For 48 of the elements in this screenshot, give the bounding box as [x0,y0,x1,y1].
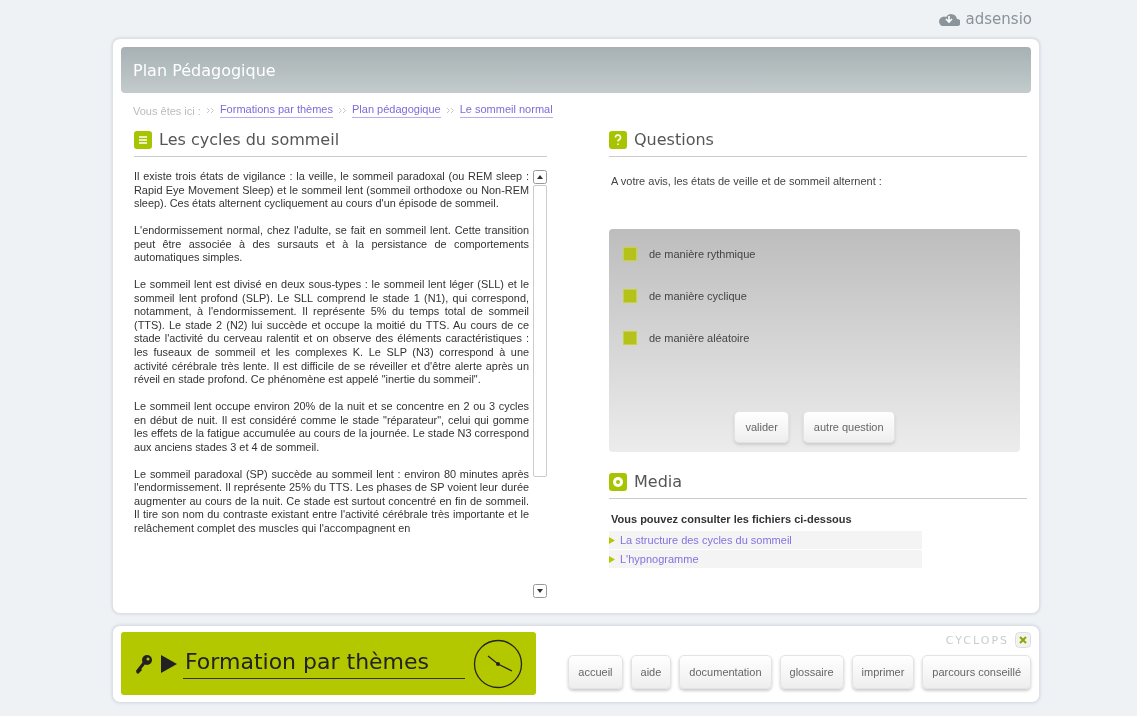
nav-button[interactable]: imprimer [851,655,915,689]
paragraph: Le sommeil lent occupe environ 20% de la nuit et se concentre en 2 ou 3 cycles en début de nuit. Il est considéré comme le stade "réparateur", celui qui gomme les effets de la fatigue accumulée au cours de la journée. Le stade N3 correspond aux anciens stades 3 et 4 de sommeil. [134,400,529,455]
page-title: Plan Pédagogique [133,60,276,80]
document-icon [134,130,152,149]
separator-icon [339,108,346,113]
media-intro: Vous pouvez consulter les fichiers ci-dessous [611,513,853,525]
question-button[interactable]: autre question [802,411,895,443]
brand-logo: adsensio [965,10,1032,28]
bullet-icon [609,536,615,544]
nav-button[interactable]: parcours conseillé [922,655,1031,689]
close-icon[interactable] [1015,632,1031,648]
section-title: Les cycles du sommeil [159,130,340,149]
breadcrumb-link[interactable]: Le sommeil normal [459,103,553,118]
question-button[interactable]: valider [734,411,789,443]
option-label: de manière rythmique [649,248,756,260]
course-title: Formation par thèmes [183,648,466,679]
nav-button[interactable]: documentation [679,655,772,689]
cloud-icon [937,11,960,27]
nav-button[interactable]: glossaire [779,655,844,689]
paragraph: L'endormissement normal, chez l'adulte, se fait en sommeil lent. Cette transition peut être associée à des sursauts et à la persistance de comportements automatiques simples. [134,224,529,265]
question-text: A votre avis, les états de veille et de sommeil alternent : [611,175,883,187]
bullet-icon [609,555,615,563]
key-icon [135,653,153,674]
checkbox[interactable] [623,247,637,261]
scroll-up-button[interactable] [533,170,547,184]
checkbox[interactable] [623,331,637,345]
paragraph: Le sommeil paradoxal (SP) succède au sommeil lent : environ 80 minutes après l'endormissement. Il représente 25% du TTS. Les phases de SP voient leur durée augmenter au cours de la nuit. Ce stade est surtout concentré en fin de sommeil. Il tire son nom du contraste existant entre l'activité cérébrale très importante et le relâchement complet des muscles qui l'accompagnent en [134,467,529,536]
section-title: Media [634,472,683,491]
nav-button[interactable]: aide [630,655,672,689]
paragraph: Il existe trois états de vigilance : la veille, le sommeil paradoxal (ou REM sleep : Rapid Eye Movement Sleep) et le sommeil lent (sommeil orthodoxe ou Non-REM sleep). Ces états alternent cycliquement au cours d'un épisode de sommeil. [134,170,529,211]
media-icon [609,472,627,491]
file-link[interactable]: L'hypnogramme [620,553,699,565]
breadcrumb-link[interactable]: Formations par thèmes [219,103,333,118]
separator-icon [446,108,454,113]
section-title: Questions [634,130,714,149]
nav-button[interactable]: accueil [568,655,623,689]
breadcrumb-link[interactable]: Plan pédagogique [352,103,441,118]
checkbox[interactable] [623,289,637,303]
paragraph: Le sommeil lent est divisé en deux sous-types : le sommeil lent léger (SLL) et le sommeil lent profond (SLP). Le SLL comprend le stade 1 (N1), qui correspond, notamment, à l'endormissement. Il représente 5% du temps total de sommeil (TTS). Le stade 2 (N2) lui succède et occupe la moitié du TTS. Au cours de ce stade l'activité du cerveau ralentit et on observe des éléments caractéristiques : les fuseaux de sommeil et les complexes K. Le SLP (N3) correspond à une activité cérébrale très lente. Il est difficile de se réveiller et d'être alerte après un réveil en stade profond. Ce phénomène est appelé "inertie du sommeil". [134,278,529,387]
scroll-down-button[interactable] [533,584,547,598]
separator-icon [206,108,214,113]
clock-icon [473,638,524,689]
option-label: de manière aléatoire [649,332,750,344]
play-icon [161,654,177,673]
question-icon [609,130,627,149]
breadcrumb-label: Vous êtes ici : [133,104,201,117]
option-label: de manière cyclique [649,290,747,302]
scrollbar-thumb[interactable] [533,185,547,477]
